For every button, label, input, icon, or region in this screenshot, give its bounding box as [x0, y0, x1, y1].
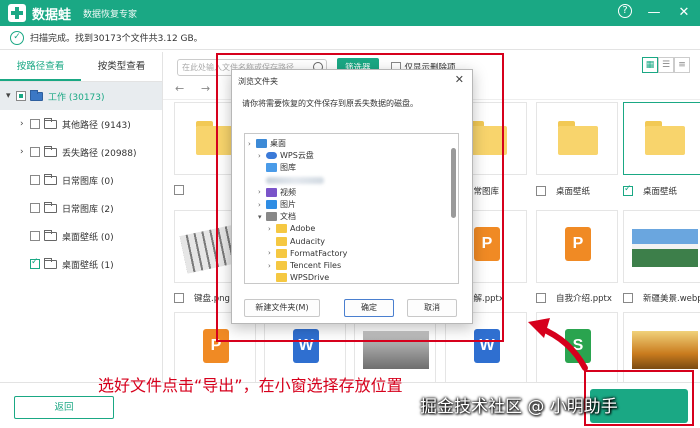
spreadsheet-file-icon: S [565, 329, 591, 363]
back-button[interactable]: 返回 [14, 396, 114, 419]
folder-icon [645, 121, 685, 155]
file-caption: 新疆美景.webp [623, 292, 700, 304]
tree-item-label: 桌面壁纸 (0) [62, 232, 114, 243]
folder-tree: ▾ 工作 (30173) › 其他路径 (9143) › 丢失路径 (20988) 日常图库… [0, 82, 162, 278]
file-tile[interactable] [623, 102, 700, 175]
left-panel: 按路径查看 按类型查看 ▾ 工作 (30173) › 其他路径 (9143) › 丢失路径… [0, 52, 163, 382]
dialog-highlight-frame [216, 53, 504, 342]
scan-status-text: 扫描完成。找到30173个文件共3.12 GB。 [30, 34, 203, 44]
folder-icon [30, 89, 43, 101]
view-tabs: 按路径查看 按类型查看 [0, 52, 162, 82]
tree-item-checkbox[interactable] [30, 203, 40, 213]
forward-arrow-icon[interactable]: → [201, 82, 210, 95]
check-circle-icon: ✓ [10, 30, 24, 45]
folder-icon [44, 229, 57, 241]
file-name: 新疆美景.webp [643, 294, 700, 304]
list-view-icon[interactable]: ☰ [658, 57, 674, 73]
help-icon[interactable]: ? [618, 4, 632, 18]
tree-item-label: 丢失路径 (20988) [62, 148, 137, 159]
tab-by-path[interactable]: 按路径查看 [0, 52, 81, 81]
app-name: 数据蛙 [32, 7, 72, 23]
detail-view-icon[interactable]: ≡ [674, 57, 690, 73]
tree-item-checkbox[interactable] [30, 231, 40, 241]
autumn-thumbnail [632, 331, 698, 369]
tree-item[interactable]: 桌面壁纸 (0) [0, 222, 162, 250]
file-caption [174, 185, 194, 195]
title-bar: 数据蛙 数据恢复专家 ? — ✕ [0, 0, 700, 26]
tree-item-label: 工作 (30173) [48, 92, 105, 103]
folder-icon [44, 173, 57, 185]
expand-chevron-icon[interactable]: ▾ [6, 91, 16, 101]
folder-icon [44, 117, 57, 129]
tree-item-checkbox[interactable] [30, 119, 40, 129]
file-checkbox[interactable] [536, 186, 546, 196]
app-subtitle: 数据恢复专家 [83, 9, 138, 20]
file-tile[interactable]: P [536, 210, 618, 283]
tree-item-label: 桌面壁纸 (1) [62, 260, 114, 271]
file-checkbox[interactable] [536, 293, 546, 303]
tree-item[interactable]: 日常图库 (2) [0, 194, 162, 222]
file-checkbox[interactable] [174, 185, 184, 195]
grid-view-icon[interactable]: ▦ [642, 57, 658, 73]
file-tile[interactable] [623, 210, 700, 283]
tree-item-label: 日常图库 (0) [62, 176, 114, 187]
minimize-icon[interactable]: — [646, 4, 662, 22]
tree-item-label: 其他路径 (9143) [62, 120, 131, 131]
tree-item[interactable]: 日常图库 (0) [0, 166, 162, 194]
tree-item-checkbox[interactable] [30, 147, 40, 157]
file-name: 自我介绍.pptx [556, 294, 612, 304]
file-checkbox[interactable] [174, 293, 184, 303]
close-icon[interactable]: ✕ [676, 4, 692, 22]
file-tile[interactable] [536, 102, 618, 175]
watermark-text: 掘金技术社区 @ 小明助手 [420, 397, 618, 417]
file-caption: 自我介绍.pptx [536, 292, 612, 304]
tree-item[interactable]: › 其他路径 (9143) [0, 110, 162, 138]
ppt-file-icon: P [565, 227, 591, 261]
folder-icon [558, 121, 598, 155]
file-checkbox[interactable] [623, 293, 633, 303]
tree-item[interactable]: ▾ 工作 (30173) [0, 82, 162, 110]
tree-item[interactable]: › 丢失路径 (20988) [0, 138, 162, 166]
landscape-thumbnail [632, 229, 698, 267]
tree-item-checkbox[interactable] [30, 257, 40, 269]
tab-by-type[interactable]: 按类型查看 [81, 52, 162, 81]
tree-item-checkbox[interactable] [16, 91, 26, 101]
tree-item-label: 日常图库 (2) [62, 204, 114, 215]
file-caption: 桌面壁纸 [536, 185, 590, 197]
back-arrow-icon[interactable]: ← [175, 82, 184, 95]
expand-chevron-icon[interactable]: › [20, 119, 30, 129]
app-logo-icon [8, 4, 26, 22]
folder-icon [44, 145, 57, 157]
folder-icon [44, 257, 57, 269]
file-name: 桌面壁纸 [643, 187, 678, 197]
tree-item-checkbox[interactable] [30, 175, 40, 185]
folder-icon [44, 201, 57, 213]
expand-chevron-icon[interactable]: › [20, 147, 30, 157]
file-checkbox[interactable] [623, 184, 633, 196]
annotation-instruction: 选好文件点击“导出”，在小窗选择存放位置 [98, 376, 403, 395]
file-name: 桌面壁纸 [556, 187, 591, 197]
scan-status-bar: ✓ 扫描完成。找到30173个文件共3.12 GB。 [0, 26, 700, 50]
file-caption: 桌面壁纸 [623, 184, 678, 197]
tree-item[interactable]: 桌面壁纸 (1) [0, 250, 162, 278]
